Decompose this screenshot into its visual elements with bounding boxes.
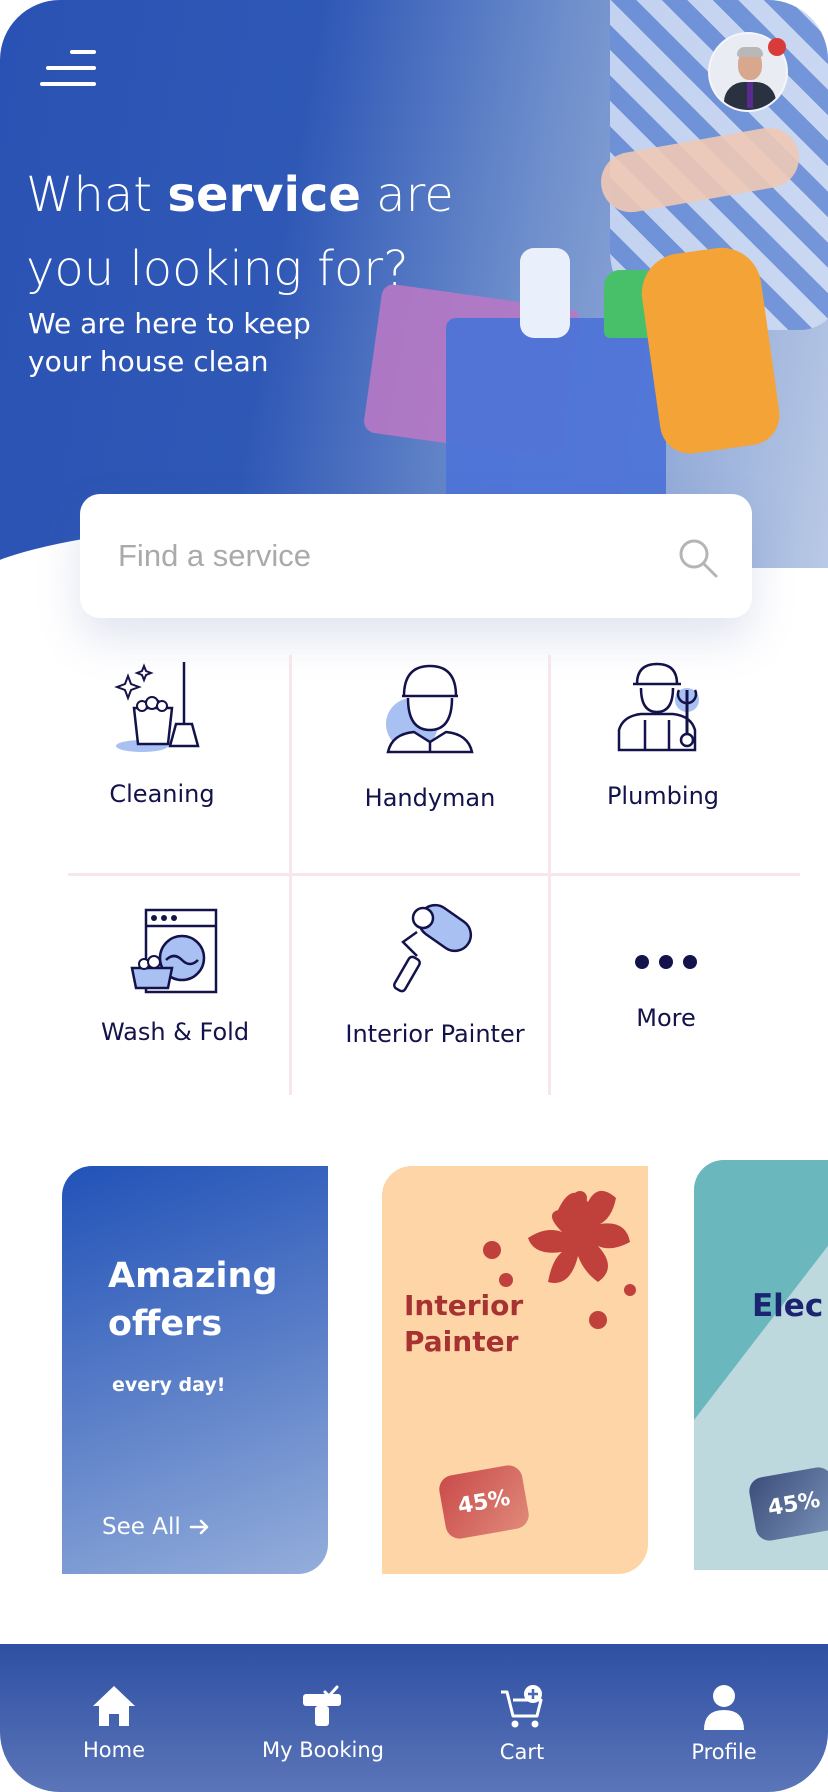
- see-all-link[interactable]: See All: [102, 1514, 211, 1540]
- promo-title: Interior Painter: [404, 1289, 524, 1358]
- category-wash-fold[interactable]: Wash & Fold: [88, 906, 262, 1046]
- promo-card-electric[interactable]: Elec 45%: [694, 1160, 828, 1570]
- handyman-icon: [386, 664, 474, 754]
- promo-card-offers[interactable]: Amazing offers every day! See All: [62, 1166, 328, 1574]
- notification-dot: [768, 38, 786, 56]
- promo-title: Amazing offers: [108, 1256, 278, 1344]
- grid-divider: [68, 873, 800, 876]
- hero-subtitle: We are here to keep your house clean: [28, 307, 311, 378]
- category-label: Wash & Fold: [100, 1018, 250, 1046]
- plumbing-icon: [617, 662, 699, 752]
- nav-my-booking[interactable]: My Booking: [262, 1684, 384, 1762]
- washing-machine-icon: [130, 908, 218, 994]
- nav-cart[interactable]: Cart: [486, 1684, 558, 1764]
- nav-label: Cart: [499, 1740, 545, 1764]
- hero-banner: What service are you looking for? We are…: [0, 0, 828, 568]
- more-dots-icon: [635, 955, 697, 969]
- category-label: Cleaning: [109, 780, 215, 808]
- menu-icon[interactable]: [34, 48, 96, 92]
- search-bar[interactable]: [80, 494, 752, 618]
- bottom-nav: Home My Booking Cart Profile: [0, 1644, 828, 1792]
- category-plumbing[interactable]: Plumbing: [590, 660, 736, 810]
- discount-badge: 45%: [747, 1465, 828, 1543]
- arrow-right-icon: [189, 1519, 208, 1535]
- cleaning-icon: [114, 662, 200, 752]
- booking-icon: [303, 1685, 341, 1726]
- category-label: Handyman: [364, 784, 496, 812]
- hero-title: What service are you looking for?: [26, 167, 454, 297]
- search-icon[interactable]: [676, 536, 720, 580]
- category-cleaning[interactable]: Cleaning: [82, 658, 242, 808]
- discount-badge: 45%: [437, 1463, 531, 1541]
- profile-icon: [704, 1685, 744, 1730]
- nav-home[interactable]: Home: [76, 1684, 152, 1762]
- see-all-label: See All: [102, 1514, 181, 1540]
- hero-photo-bottle: [520, 248, 570, 338]
- cart-icon: [501, 1685, 543, 1728]
- category-label: More: [636, 1004, 696, 1032]
- category-label: Interior Painter: [345, 1020, 525, 1048]
- promo-card-painter[interactable]: Interior Painter 45%: [382, 1166, 648, 1574]
- promo-subtitle: every day!: [112, 1374, 226, 1396]
- nav-label: My Booking: [262, 1738, 384, 1762]
- nav-profile[interactable]: Profile: [688, 1684, 760, 1764]
- nav-label: Profile: [691, 1740, 757, 1764]
- search-input[interactable]: [118, 532, 658, 580]
- category-interior-painter[interactable]: Interior Painter: [340, 902, 530, 1048]
- paint-roller-icon: [393, 903, 473, 993]
- category-label: Plumbing: [606, 782, 720, 810]
- category-more[interactable]: More: [600, 950, 732, 1032]
- home-icon: [93, 1686, 135, 1726]
- promo-title: Elec: [752, 1288, 824, 1324]
- category-handyman[interactable]: Handyman: [345, 662, 515, 812]
- nav-label: Home: [82, 1738, 145, 1762]
